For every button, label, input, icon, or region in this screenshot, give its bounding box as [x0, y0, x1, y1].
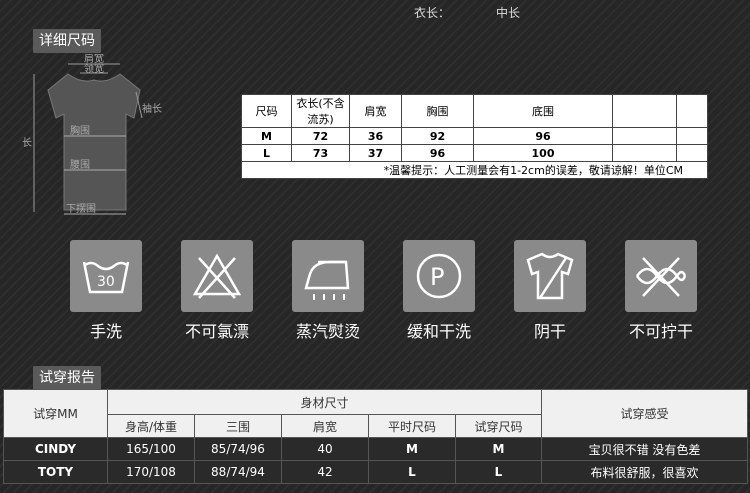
table-cell: L	[455, 460, 542, 484]
length-label: 衣长：	[414, 6, 451, 20]
table-cell: 92	[401, 127, 474, 145]
table-cell: 42	[281, 460, 369, 484]
steam-iron-icon	[292, 240, 364, 312]
wash-temp: 30	[97, 274, 115, 290]
size-table-header: 尺码 衣长(不含流苏) 肩宽 胸围 底围	[241, 94, 708, 128]
care-label: 缓和干洗	[406, 322, 471, 341]
blank-header	[676, 94, 708, 128]
report-header-row: 试穿MM 身材尺寸 试穿感受	[3, 389, 748, 438]
tried-size-header: 试穿尺码	[455, 414, 542, 438]
length-diagram-label: 衣长	[22, 136, 32, 149]
care-no-wring: 不可拧干	[625, 240, 697, 342]
table-cell: 72	[291, 127, 350, 145]
detail-size-title: 详细尺码	[33, 29, 101, 53]
table-row: L 73 37 96 100	[241, 144, 708, 162]
table-cell: 85/74/96	[194, 437, 282, 461]
table-cell: M	[455, 437, 542, 461]
body-size-header: 身材尺寸	[107, 389, 542, 415]
table-cell: 73	[291, 144, 350, 162]
table-row: M 72 36 92 96	[241, 127, 708, 145]
table-cell: 37	[349, 144, 402, 162]
care-steam-iron: 蒸汽熨烫	[292, 240, 364, 342]
table-cell: M	[368, 437, 456, 461]
table-cell: 165/100	[107, 437, 195, 461]
table-cell: 96	[473, 127, 613, 145]
tester-name: CINDY	[3, 437, 108, 461]
hand-wash-icon: 30	[70, 240, 142, 312]
care-no-bleach: 不可氯漂	[181, 240, 253, 342]
shoulder-col-header: 肩宽	[281, 414, 369, 438]
care-label: 不可拧干	[628, 322, 693, 341]
chest-label: 胸围	[70, 124, 90, 137]
shoulder-header: 肩宽	[349, 94, 402, 128]
table-row: TOTY 170/108 88/74/94 42 L L 布料很舒服，很喜欢	[3, 460, 748, 484]
table-cell: 96	[401, 144, 474, 162]
table-cell: M	[241, 127, 292, 145]
table-row: CINDY 165/100 85/74/96 40 M M 宝贝很不错 没有色差	[3, 437, 748, 461]
length-header: 衣长(不含流苏)	[291, 94, 350, 128]
collar-label: 领宽	[84, 62, 104, 75]
table-cell: L	[368, 460, 456, 484]
no-wring-icon	[625, 240, 697, 312]
table-note-row: *温馨提示：人工测量会有1-2cm的误差，敬请谅解！单位CM	[241, 161, 708, 179]
bwh-header: 三围	[194, 414, 282, 438]
care-label: 蒸汽熨烫	[295, 322, 360, 341]
feel-header: 试穿感受	[541, 389, 748, 438]
size-header: 尺码	[241, 94, 292, 128]
length-value: 中长	[496, 6, 521, 20]
feel-cell: 宝贝很不错 没有色差	[541, 437, 748, 461]
measure-note: *温馨提示：人工测量会有1-2cm的误差，敬请谅解！单位CM	[241, 161, 708, 179]
table-cell: 40	[281, 437, 369, 461]
blank-header	[612, 94, 677, 128]
table-cell	[676, 127, 708, 145]
trial-report-title: 试穿报告	[33, 366, 101, 390]
table-cell: 100	[473, 144, 613, 162]
shade-dry-icon	[514, 240, 586, 312]
trial-report-table: 试穿MM 身材尺寸 试穿感受 身高/体重 三围 肩宽 平时尺码 试穿尺码 CIN…	[3, 389, 748, 484]
height-weight-header: 身高/体重	[107, 414, 195, 438]
tester-name: TOTY	[3, 460, 108, 484]
care-shade-dry: 阴干	[514, 240, 586, 342]
usual-size-header: 平时尺码	[368, 414, 456, 438]
size-table: 尺码 衣长(不含流苏) 肩宽 胸围 底围 M 72 36 92 96 L 73 …	[241, 94, 708, 179]
table-cell	[612, 144, 677, 162]
table-cell: 170/108	[107, 460, 195, 484]
care-label: 不可氯漂	[184, 322, 249, 341]
no-bleach-icon	[181, 240, 253, 312]
sleeve-label: 袖长	[142, 102, 162, 115]
care-gentle-dry-clean: P 缓和干洗	[403, 240, 475, 342]
care-label: 阴干	[533, 322, 566, 341]
chest-header: 胸围	[401, 94, 474, 128]
table-cell: 36	[349, 127, 402, 145]
table-cell: 88/74/94	[194, 460, 282, 484]
bottom-header: 底围	[473, 94, 613, 128]
table-cell	[612, 127, 677, 145]
gentle-dry-clean-icon: P	[403, 240, 475, 312]
table-cell: L	[241, 144, 292, 162]
care-label: 手洗	[89, 322, 122, 341]
feel-cell: 布料很舒服，很喜欢	[541, 460, 748, 484]
length-info: 衣长： 中长	[414, 4, 566, 21]
waist-label: 腰围	[70, 159, 90, 171]
mm-header: 试穿MM	[3, 389, 108, 438]
table-cell	[676, 144, 708, 162]
hem-label: 下摆围	[66, 202, 96, 215]
dry-clean-letter: P	[430, 263, 444, 291]
care-hand-wash: 30 手洗	[70, 240, 142, 342]
tshirt-measure-diagram: 肩宽 领宽 袖长 衣长 胸围 腰围 下摆围	[22, 54, 162, 215]
